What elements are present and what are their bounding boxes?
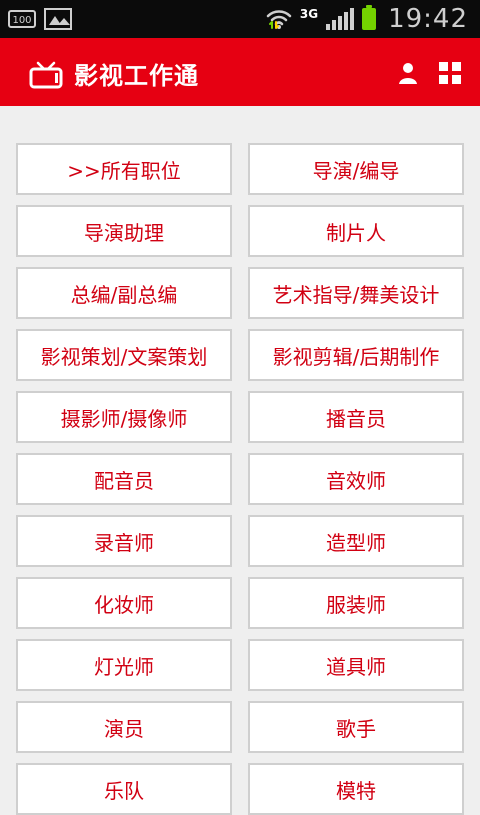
image-icon [44, 8, 72, 30]
category-grid: >>所有职位 导演/编导 导演助理 制片人 总编/副总编 艺术指导/舞美设计 影视策划/文案… [16, 143, 464, 815]
category-button-2[interactable]: 导演助理 [16, 205, 232, 257]
status-right: 3G 19:42 [266, 4, 468, 34]
app-title: 影视工作通 [74, 62, 199, 90]
signal-icon [326, 8, 355, 30]
battery-icon [362, 5, 377, 30]
category-button-7[interactable]: 影视剪辑/后期制作 [248, 329, 464, 381]
category-button-4[interactable]: 总编/副总编 [16, 267, 232, 319]
tv-icon [28, 59, 64, 89]
grid-button[interactable] [438, 61, 462, 85]
category-button-9[interactable]: 播音员 [248, 391, 464, 443]
category-content: >>所有职位 导演/编导 导演助理 制片人 总编/副总编 艺术指导/舞美设计 影视策划/文案… [0, 106, 480, 815]
category-button-21[interactable]: 模特 [248, 763, 464, 815]
category-button-18[interactable]: 演员 [16, 701, 232, 753]
category-button-1[interactable]: 导演/编导 [248, 143, 464, 195]
app-bar: 影视工作通 [0, 38, 480, 106]
status-left: 100 [8, 8, 72, 30]
category-button-12[interactable]: 录音师 [16, 515, 232, 567]
category-button-0[interactable]: >>所有职位 [16, 143, 232, 195]
category-button-10[interactable]: 配音员 [16, 453, 232, 505]
grid-icon [439, 62, 461, 84]
category-button-15[interactable]: 服装师 [248, 577, 464, 629]
app-brand: 影视工作通 [28, 56, 199, 91]
category-button-3[interactable]: 制片人 [248, 205, 464, 257]
network-type: 3G [299, 7, 319, 21]
battery-saver-icon: 100 [8, 10, 36, 28]
wifi-icon [266, 8, 292, 30]
category-button-13[interactable]: 造型师 [248, 515, 464, 567]
app-actions [396, 61, 462, 85]
category-button-11[interactable]: 音效师 [248, 453, 464, 505]
status-time: 19:42 [388, 4, 468, 34]
status-bar: 100 3G 19:42 [0, 0, 480, 38]
category-button-19[interactable]: 歌手 [248, 701, 464, 753]
category-button-8[interactable]: 摄影师/摄像师 [16, 391, 232, 443]
category-button-5[interactable]: 艺术指导/舞美设计 [248, 267, 464, 319]
category-button-6[interactable]: 影视策划/文案策划 [16, 329, 232, 381]
category-button-14[interactable]: 化妆师 [16, 577, 232, 629]
user-button[interactable] [396, 61, 420, 85]
category-button-16[interactable]: 灯光师 [16, 639, 232, 691]
battery-saver-label: 100 [12, 15, 32, 26]
category-button-20[interactable]: 乐队 [16, 763, 232, 815]
user-icon [399, 63, 417, 84]
category-button-17[interactable]: 道具师 [248, 639, 464, 691]
